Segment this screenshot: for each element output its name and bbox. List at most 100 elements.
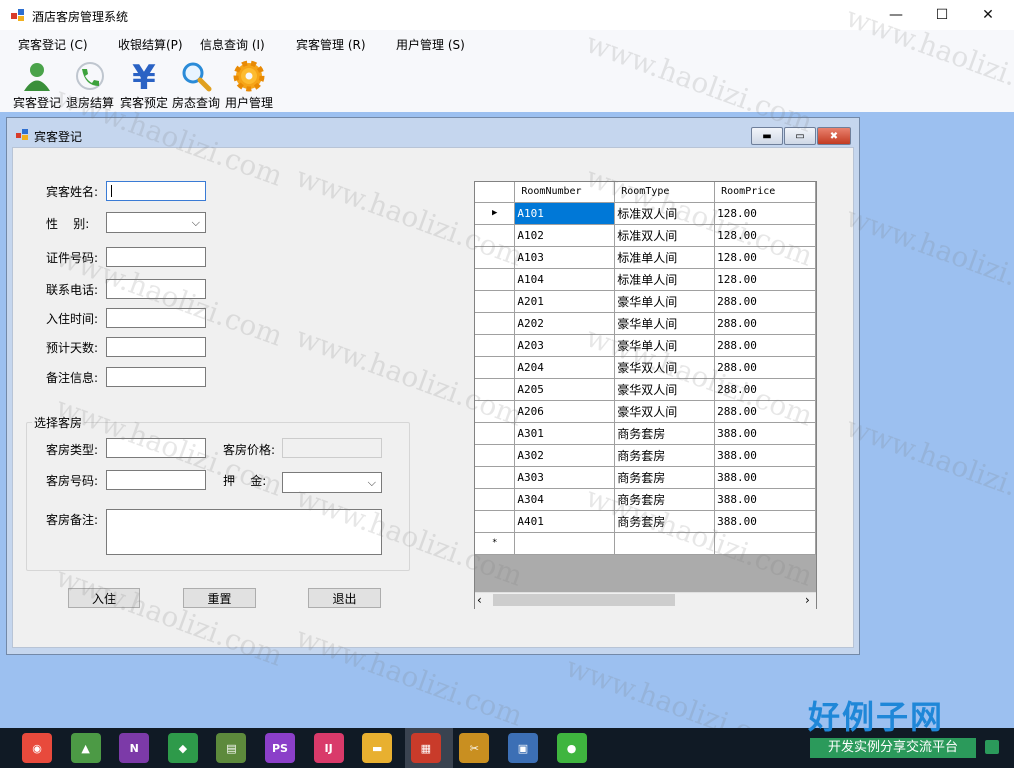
table-row[interactable]: A205 豪华双人间 288.00	[475, 378, 816, 401]
row-header[interactable]	[475, 400, 516, 423]
screenshot-icon[interactable]: ▣	[508, 733, 538, 763]
table-row[interactable]: A204 豪华双人间 288.00	[475, 356, 816, 379]
room-number-cell[interactable]: A203	[514, 334, 616, 357]
room-price-cell[interactable]: 388.00	[714, 466, 816, 489]
room-price-cell[interactable]: 288.00	[714, 312, 816, 335]
reset-button[interactable]: 重置	[183, 588, 256, 608]
row-header[interactable]	[475, 510, 516, 533]
chrome-icon[interactable]: ◉	[22, 733, 52, 763]
table-row[interactable]: A401 商务套房 388.00	[475, 510, 816, 533]
room-type-cell[interactable]: 豪华单人间	[614, 290, 716, 313]
row-header[interactable]	[475, 246, 516, 269]
table-row[interactable]: A206 豪华双人间 288.00	[475, 400, 816, 423]
row-header[interactable]: *	[475, 532, 516, 555]
room-price-cell[interactable]: 388.00	[714, 422, 816, 445]
gender-select[interactable]: ⌵	[106, 212, 206, 233]
onenote-icon[interactable]: N	[119, 733, 150, 763]
table-row[interactable]: A303 商务套房 388.00	[475, 466, 816, 489]
room-number-cell[interactable]: A304	[514, 488, 616, 511]
table-row[interactable]: A201 豪华单人间 288.00	[475, 290, 816, 313]
app-icon[interactable]: ▦	[410, 733, 441, 763]
column-header[interactable]: RoomPrice	[714, 182, 816, 203]
form-minimize-button[interactable]: ▬	[751, 127, 783, 145]
table-row[interactable]: A104 标准单人间 128.00	[475, 268, 816, 291]
table-row[interactable]: A203 豪华单人间 288.00	[475, 334, 816, 357]
toolbar-user-manage[interactable]: 用户管理	[222, 58, 276, 110]
row-header[interactable]	[475, 378, 516, 401]
room-price-cell[interactable]: 128.00	[714, 246, 816, 269]
room-number-cell[interactable]: A104	[514, 268, 616, 291]
row-header[interactable]	[475, 356, 516, 379]
room-price-cell[interactable]: 288.00	[714, 356, 816, 379]
room-price-cell[interactable]: 388.00	[714, 510, 816, 533]
menu-info-query[interactable]: 信息查询 (I)	[200, 36, 265, 53]
room-type-cell[interactable]: 豪华双人间	[614, 356, 716, 379]
table-row[interactable]: A103 标准单人间 128.00	[475, 246, 816, 269]
room-number-input[interactable]	[106, 470, 206, 490]
row-header[interactable]: ▶	[475, 202, 516, 225]
room-price-cell[interactable]: 288.00	[714, 378, 816, 401]
room-price-cell[interactable]: 128.00	[714, 224, 816, 247]
row-header[interactable]	[475, 334, 516, 357]
room-type-cell[interactable]: 商务套房	[614, 510, 716, 533]
scroll-left-icon[interactable]: ‹	[477, 593, 482, 607]
room-price-cell[interactable]: 388.00	[714, 444, 816, 467]
room-number-cell[interactable]: A206	[514, 400, 616, 423]
menu-guest-register[interactable]: 宾客登记 (C)	[18, 36, 88, 53]
row-header[interactable]	[475, 312, 516, 335]
room-type-cell[interactable]: 商务套房	[614, 488, 716, 511]
toolbar-reservation[interactable]: ¥ 宾客预定	[117, 58, 171, 110]
table-row[interactable]: A102 标准双人间 128.00	[475, 224, 816, 247]
room-type-cell[interactable]: 豪华单人间	[614, 312, 716, 335]
row-header[interactable]	[475, 290, 516, 313]
tray-icon[interactable]	[985, 740, 999, 754]
scroll-thumb[interactable]	[493, 594, 675, 606]
table-row[interactable]: A301 商务套房 388.00	[475, 422, 816, 445]
room-type-cell[interactable]: 标准双人间	[614, 224, 716, 247]
deposit-select[interactable]: ⌵	[282, 472, 382, 493]
toolbar-room-status[interactable]: 房态查询	[169, 58, 223, 110]
new-row[interactable]: *	[475, 532, 816, 555]
room-price-cell[interactable]: 388.00	[714, 488, 816, 511]
room-number-cell[interactable]: A202	[514, 312, 616, 335]
note-input[interactable]	[106, 367, 206, 387]
room-grid[interactable]: RoomNumber RoomType RoomPrice ▶ A101 标准双人间…	[474, 181, 817, 609]
room-type-cell[interactable]: 商务套房	[614, 466, 716, 489]
room-price-cell[interactable]: 288.00	[714, 400, 816, 423]
evernote-icon[interactable]: ◆	[167, 733, 198, 763]
phone-input[interactable]	[106, 279, 206, 299]
room-price-cell[interactable]: 288.00	[714, 334, 816, 357]
wechat-icon[interactable]: ●	[556, 733, 587, 763]
form-restore-button[interactable]: ▭	[784, 127, 816, 145]
toolbar-guest-register[interactable]: 宾客登记	[10, 58, 64, 110]
row-header[interactable]	[475, 488, 516, 511]
room-type-cell[interactable]: 商务套房	[614, 444, 716, 467]
room-number-cell[interactable]: A205	[514, 378, 616, 401]
table-row[interactable]: ▶ A101 标准双人间 128.00	[475, 202, 816, 225]
room-number-cell[interactable]: A204	[514, 356, 616, 379]
row-header[interactable]	[475, 268, 516, 291]
android-studio-icon[interactable]: ▲	[70, 733, 101, 763]
room-type-cell[interactable]: 标准单人间	[614, 246, 716, 269]
row-header[interactable]	[475, 422, 516, 445]
room-number-cell[interactable]: A201	[514, 290, 616, 313]
room-number-cell[interactable]: A301	[514, 422, 616, 445]
row-header[interactable]	[475, 444, 516, 467]
room-number-cell[interactable]: A401	[514, 510, 616, 533]
close-button[interactable]: ✕	[965, 0, 1011, 30]
menu-user-manage[interactable]: 用户管理 (S)	[396, 36, 465, 53]
form-close-button[interactable]: ✖	[817, 127, 851, 145]
file-explorer-icon[interactable]: ▬	[362, 733, 393, 763]
row-header[interactable]	[475, 466, 516, 489]
room-type-cell[interactable]: 豪华单人间	[614, 334, 716, 357]
room-remark-textarea[interactable]	[106, 509, 382, 555]
days-input[interactable]	[106, 337, 206, 357]
notepad-icon[interactable]: ▤	[216, 733, 247, 763]
menu-guest-manage[interactable]: 宾客管理 (R)	[296, 36, 366, 53]
room-number-cell[interactable]: A103	[514, 246, 616, 269]
row-header[interactable]	[475, 224, 516, 247]
room-type-input[interactable]	[106, 438, 206, 458]
table-row[interactable]: A202 豪华单人间 288.00	[475, 312, 816, 335]
room-number-cell[interactable]: A303	[514, 466, 616, 489]
scroll-right-icon[interactable]: ›	[805, 593, 810, 607]
